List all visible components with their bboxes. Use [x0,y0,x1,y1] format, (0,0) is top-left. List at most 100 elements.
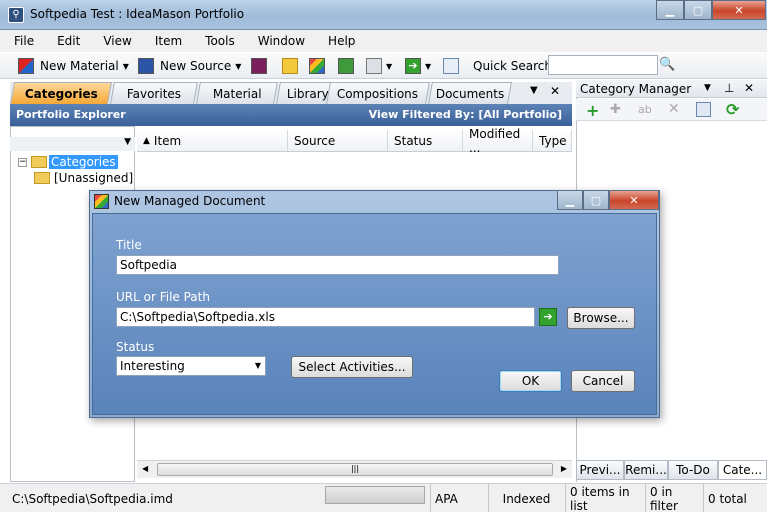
dialog-title: New Managed Document [114,194,266,208]
browse-button[interactable]: Browse... [567,307,635,329]
column-source[interactable]: Source [288,130,388,151]
dialog-maximize-button[interactable]: ▢ [583,190,609,210]
add-subcategory-icon[interactable]: ✚ [610,102,621,117]
category-manager-title-bar: Category Manager ▼ ⊥ ✕ [576,80,767,98]
horizontal-scrollbar[interactable]: ◀ ||| ▶ [137,460,572,478]
dialog-close-button[interactable]: ✕ [609,190,659,210]
folder-icon [31,156,47,168]
cancel-button[interactable]: Cancel [571,370,635,392]
new-material-label: New Material [40,59,119,73]
status-file-path: C:\Softpedia\Softpedia.imd [12,491,173,506]
tree-item-label: Categories [49,155,118,169]
refresh-icon[interactable]: ⟳ [726,100,739,119]
select-activities-button[interactable]: Select Activities... [291,356,413,378]
folder-icon [34,172,50,184]
category-manager-title: Category Manager [580,82,692,96]
sort-up-icon: ▲ [143,135,150,146]
tab-preview[interactable]: Previ... [576,460,624,480]
tab-favorites[interactable]: Favorites [110,82,198,104]
progress-bar [325,486,425,504]
maximize-button[interactable]: ▢ [684,0,712,20]
tab-list-icon[interactable]: ▼ [530,85,538,96]
chevron-down-icon[interactable]: ▼ [425,62,431,71]
tab-material[interactable]: Material [196,82,278,104]
chevron-down-icon[interactable]: ▼ [124,137,131,147]
chevron-down-icon[interactable]: ▼ [386,62,392,71]
new-source-button[interactable]: New Source ▼ [138,57,241,75]
chevron-down-icon[interactable]: ▼ [235,62,241,71]
managed-document-icon[interactable] [309,58,325,74]
notebook-icon[interactable] [338,58,354,74]
menu-bar: File Edit View Item Tools Window Help [0,30,767,52]
tree-item-unassigned[interactable]: [Unassigned] [34,171,133,185]
search-icon[interactable]: 🔍 [659,57,677,75]
menu-edit[interactable]: Edit [57,34,80,48]
view-filter-label[interactable]: View Filtered By: [All Portfolio] [369,108,562,121]
menu-view[interactable]: View [103,34,131,48]
menu-window[interactable]: Window [258,34,305,48]
dialog-minimize-button[interactable]: ▁ [557,190,583,210]
properties-icon[interactable] [696,102,711,117]
delete-icon[interactable]: ✕ [668,101,680,117]
quick-search-label: Quick Search [473,59,552,73]
add-icon[interactable]: + [586,101,599,120]
title-input[interactable]: Softpedia [116,255,559,275]
menu-file[interactable]: File [14,34,34,48]
column-type[interactable]: Type [533,130,572,151]
close-icon[interactable]: ✕ [744,81,754,95]
tab-compositions[interactable]: Compositions [326,82,430,104]
items-grid-header: ▲ Item Source Status Modified ... Type [137,127,572,155]
tab-categories-manager[interactable]: Cate... [718,460,767,480]
status-select[interactable]: Interesting ▼ [116,356,266,376]
export-icon[interactable]: ➔ [405,58,421,74]
column-item[interactable]: ▲ Item [137,130,288,151]
chevron-down-icon[interactable]: ▼ [255,361,261,370]
pin-icon[interactable]: ⊥ [724,81,734,95]
ok-button[interactable]: OK [499,370,562,392]
go-arrow-icon[interactable]: ➔ [539,308,557,326]
menu-help[interactable]: Help [328,34,355,48]
quick-search-input[interactable] [548,55,658,75]
collapse-icon[interactable]: − [18,157,27,167]
scroll-thumb[interactable]: ||| [157,463,553,476]
app-icon: ⚲ [8,7,24,23]
note-icon[interactable] [282,58,298,74]
chevron-down-icon[interactable]: ▼ [704,83,711,93]
email-icon[interactable] [443,58,459,74]
menu-item[interactable]: Item [155,34,182,48]
tab-categories[interactable]: Categories [10,82,112,104]
window-title: Softpedia Test : IdeaMason Portfolio [30,7,245,21]
category-manager-toolbar: + ✚ ab ✕ ⟳ [576,99,767,121]
scroll-left-icon[interactable]: ◀ [142,464,148,473]
chevron-down-icon[interactable]: ▼ [123,62,129,71]
status-select-value: Interesting [120,359,185,373]
url-input[interactable]: C:\Softpedia\Softpedia.xls [116,307,535,327]
column-status[interactable]: Status [388,130,463,151]
tab-reminders[interactable]: Remi... [624,460,668,480]
tree-toolbar: ▼ [10,137,135,151]
close-button[interactable]: ✕ [712,0,766,20]
book-icon[interactable] [251,58,267,74]
tab-documents[interactable]: Documents [428,82,512,104]
rename-icon[interactable]: ab [638,103,652,116]
right-pane-tabs: Previ... Remi... To-Do Cate... [576,460,767,480]
close-icon[interactable]: ✕ [550,84,560,98]
tree-item-categories[interactable]: − Categories [18,155,118,169]
portfolio-tabs: Categories Favorites Material Library Co… [10,82,572,104]
new-managed-document-dialog: New Managed Document ▁ ▢ ✕ Title Softped… [89,190,660,418]
column-modified[interactable]: Modified ... [463,127,533,155]
tree-item-label: [Unassigned] [54,171,134,185]
portfolio-title: Portfolio Explorer [16,108,126,121]
minimize-button[interactable]: ▁ [656,0,684,20]
status-total: 0 total [703,484,767,512]
dialog-caption-buttons: ▁ ▢ ✕ [557,190,659,210]
status-bar: C:\Softpedia\Softpedia.imd APA Indexed 0… [0,483,767,512]
window-title-bar: ⚲ Softpedia Test : IdeaMason Portfolio [0,0,767,30]
print-icon[interactable] [366,58,382,74]
new-material-button[interactable]: New Material ▼ [18,57,129,75]
dialog-body: Title Softpedia URL or File Path C:\Soft… [92,213,657,415]
menu-tools[interactable]: Tools [205,34,235,48]
tab-todo[interactable]: To-Do [668,460,718,480]
scroll-right-icon[interactable]: ▶ [561,464,567,473]
new-material-icon [18,58,34,74]
